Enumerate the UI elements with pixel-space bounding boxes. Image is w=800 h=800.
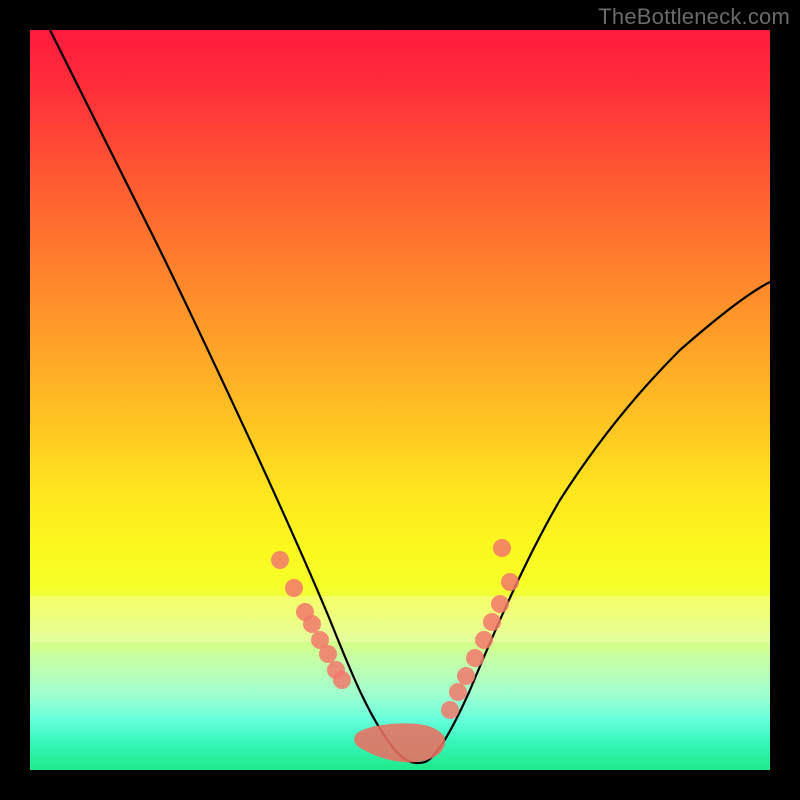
dot-right bbox=[491, 595, 509, 613]
dot-left bbox=[303, 615, 321, 633]
watermark-text: TheBottleneck.com bbox=[598, 4, 790, 30]
valley-blob bbox=[354, 723, 445, 762]
bottleneck-curve bbox=[50, 30, 770, 763]
plot-area bbox=[30, 30, 770, 770]
curve-svg bbox=[30, 30, 770, 770]
dot-right bbox=[441, 701, 459, 719]
dot-right bbox=[457, 667, 475, 685]
dot-left bbox=[333, 671, 351, 689]
dot-right bbox=[493, 539, 511, 557]
dot-left bbox=[285, 579, 303, 597]
dot-right bbox=[475, 631, 493, 649]
dot-left bbox=[271, 551, 289, 569]
chart-frame: TheBottleneck.com bbox=[0, 0, 800, 800]
dot-left bbox=[319, 645, 337, 663]
dot-right bbox=[501, 573, 519, 591]
dot-right bbox=[449, 683, 467, 701]
dot-right bbox=[466, 649, 484, 667]
dot-right bbox=[483, 613, 501, 631]
